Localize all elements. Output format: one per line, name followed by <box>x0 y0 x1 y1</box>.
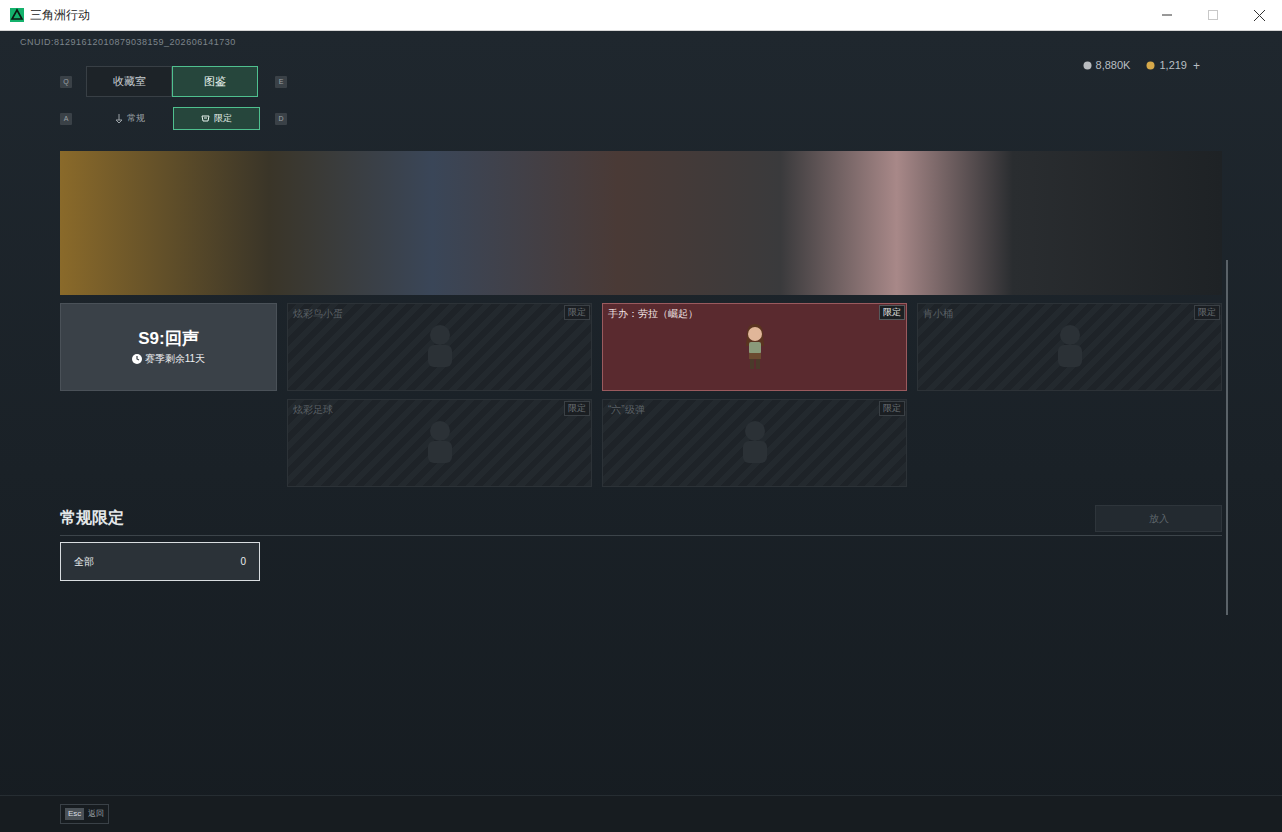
collectible-silhouette-icon <box>732 417 778 469</box>
footer-bar: Esc返回 <box>0 795 1282 832</box>
collectible-name: 炫彩鸟小蛋 <box>293 307 343 321</box>
limited-badge: 限定 <box>879 401 905 416</box>
main-tab[interactable]: 收藏室 <box>86 66 172 97</box>
limited-badge: 限定 <box>564 401 590 416</box>
sub-tab[interactable]: 限定 <box>173 107 260 130</box>
app-window: 三角洲行动 CNUID:81291612010879038159_20260614… <box>0 0 1282 832</box>
app-logo-icon <box>10 8 24 22</box>
key-hint: E <box>275 76 287 88</box>
collectible-silhouette-icon <box>417 417 463 469</box>
key-hint: Q <box>60 76 72 88</box>
collectible-name: 肯小桶 <box>923 307 953 321</box>
back-button[interactable]: Esc返回 <box>60 804 109 824</box>
filter-chip[interactable]: 全部0 <box>60 542 260 581</box>
collectible-card[interactable]: 肯小桶 限定 <box>917 303 1222 391</box>
put-in-button: 放入 <box>1095 505 1222 532</box>
season-title: S9:回声 <box>138 328 198 350</box>
collectible-card[interactable]: 炫彩鸟小蛋 限定 <box>287 303 592 391</box>
section-title: 常规限定 <box>60 506 124 530</box>
collectible-card[interactable]: 炫彩足球 限定 <box>287 399 592 487</box>
currency: 8,880K <box>1083 57 1131 74</box>
coin-icon <box>1146 61 1155 70</box>
limited-badge: 限定 <box>1194 305 1220 320</box>
collectible-name: “六”级弹 <box>608 403 645 417</box>
currency: 1,219 <box>1146 57 1187 74</box>
key-hint: A <box>60 113 72 125</box>
clock-icon <box>132 354 142 364</box>
sub-tab[interactable]: 常规 <box>86 107 173 130</box>
limited-badge: 限定 <box>564 305 590 320</box>
game-area: CNUID:81291612010879038159_202606141730 Q… <box>0 31 1282 832</box>
uid-label: CNUID:81291612010879038159_202606141730 <box>0 31 1282 53</box>
scrollbar-thumb[interactable] <box>1226 260 1228 615</box>
add-currency-button[interactable]: + <box>1193 57 1200 75</box>
key-hint: D <box>275 113 287 125</box>
season-card: S9:回声赛季剩余11天 <box>60 303 277 391</box>
scrollbar[interactable] <box>1222 53 1232 795</box>
window-title: 三角洲行动 <box>30 6 90 24</box>
collectible-silhouette-icon <box>417 321 463 373</box>
section-header: 常规限定 放入 <box>60 501 1222 536</box>
limited-badge: 限定 <box>879 305 905 320</box>
maximize-icon <box>1208 10 1218 20</box>
collectible-silhouette-icon <box>1047 321 1093 373</box>
minimize-button[interactable] <box>1144 0 1190 30</box>
coin-icon <box>1083 61 1092 70</box>
main-tab[interactable]: 图鉴 <box>172 66 258 97</box>
close-icon <box>1254 10 1265 21</box>
figure-lara-icon <box>740 322 770 372</box>
regular-icon <box>115 114 123 123</box>
currency-bar: 8,880K 1,219 + <box>1083 57 1200 75</box>
close-button[interactable] <box>1236 0 1282 30</box>
collectible-name: 手办：劳拉（崛起） <box>608 307 698 321</box>
limited-icon <box>201 114 210 123</box>
season-remaining: 赛季剩余11天 <box>145 351 205 366</box>
collectible-card[interactable]: “六”级弹 限定 <box>602 399 907 487</box>
collectible-name: 炫彩足球 <box>293 403 333 417</box>
season-banner <box>60 151 1222 295</box>
title-bar: 三角洲行动 <box>0 0 1282 31</box>
collectible-card[interactable]: 手办：劳拉（崛起） 限定 <box>602 303 907 391</box>
maximize-button <box>1190 0 1236 30</box>
minimize-icon <box>1162 10 1172 20</box>
